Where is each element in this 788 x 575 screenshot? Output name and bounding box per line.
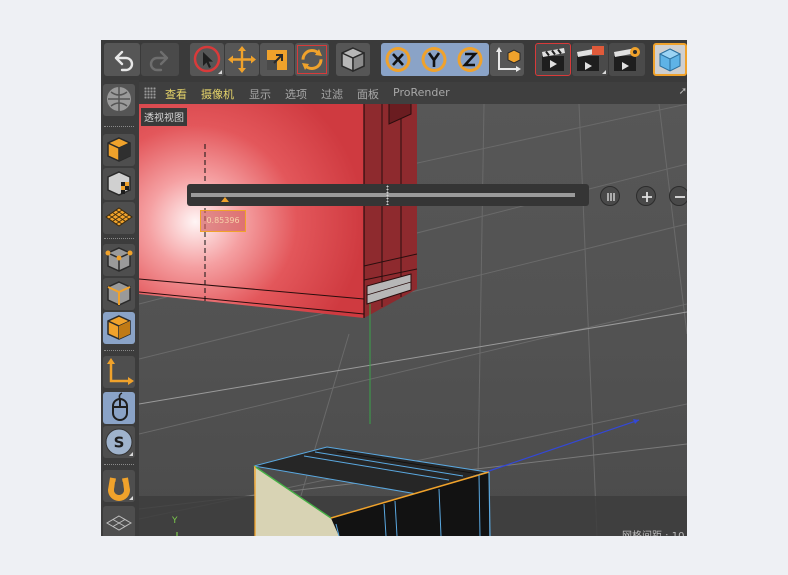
object-mode-button[interactable]: [336, 43, 370, 76]
axis-mode-button[interactable]: [103, 356, 135, 388]
panel-grip-icon[interactable]: [144, 87, 156, 99]
red-box-object: [139, 104, 418, 318]
redo-button[interactable]: [141, 43, 179, 76]
scale-tool-button[interactable]: [260, 43, 294, 76]
cube-object-icon: [658, 48, 682, 72]
polygons-mode-button[interactable]: [103, 312, 135, 344]
move-tool-button[interactable]: [225, 43, 259, 76]
viewport-nav-arrow-icon[interactable]: ➚: [679, 86, 687, 97]
grid-icon: [106, 515, 132, 531]
x-axis-lock-icon: [385, 47, 411, 72]
undo-icon: [114, 50, 134, 72]
slider-grip-icon[interactable]: [386, 185, 389, 205]
texture-checker-icon: [107, 171, 131, 196]
slider-track[interactable]: [191, 193, 575, 197]
coordinate-system-icon: [496, 47, 521, 72]
mode-palette: S: [101, 80, 139, 536]
move-icon: [228, 46, 256, 73]
points-mode-button[interactable]: [103, 244, 135, 276]
z-axis-lock-icon: [457, 47, 483, 72]
points-mode-icon: [105, 247, 133, 272]
solo-button[interactable]: S: [103, 426, 135, 458]
coordinate-system-button[interactable]: [490, 43, 524, 76]
tweak-mode-icon: [112, 392, 128, 421]
redo-icon: [149, 50, 169, 72]
pause-button[interactable]: [600, 186, 620, 206]
axis-label-y: Y: [172, 516, 178, 526]
make-editable-icon: [107, 87, 131, 111]
menu-cameras[interactable]: 摄像机: [201, 86, 234, 102]
rotate-tool-button[interactable]: [295, 43, 329, 76]
axis-lock-group: [381, 43, 489, 76]
menu-display[interactable]: 显示: [249, 86, 271, 102]
cinema4d-window: S 查看 摄像机 显示 选项 过滤 面板 ProRender ➚ 透视视图 0.…: [101, 40, 687, 536]
workplane-icon: [105, 207, 133, 227]
menu-view[interactable]: 查看: [165, 86, 187, 102]
axis-lock-icons: [385, 47, 483, 72]
edges-mode-button[interactable]: [103, 278, 135, 310]
svg-text:S: S: [114, 434, 125, 452]
menu-filter[interactable]: 过滤: [321, 86, 343, 102]
axis-mode-icon: [107, 358, 134, 385]
menu-prorender[interactable]: ProRender: [393, 86, 450, 99]
palette-separator: [104, 238, 134, 241]
slider-marker-icon[interactable]: [221, 197, 229, 202]
y-axis-lock-icon: [421, 47, 447, 72]
minus-icon: [675, 196, 685, 198]
viewport-scene: [139, 104, 687, 536]
menu-options[interactable]: 选项: [285, 86, 307, 102]
tweak-mode-button[interactable]: [103, 392, 135, 424]
render-settings-icon: [614, 47, 640, 71]
plus-icon: [642, 192, 652, 202]
dark-cube-object: [253, 446, 491, 536]
snap-button[interactable]: [103, 470, 135, 502]
render-settings-button[interactable]: [609, 43, 645, 76]
undo-button[interactable]: [104, 43, 140, 76]
polygons-mode-icon: [107, 315, 131, 340]
palette-separator: [104, 464, 134, 467]
slider-value-field[interactable]: 0.85396: [200, 210, 246, 232]
palette-separator: [104, 350, 134, 353]
make-editable-button[interactable]: [103, 84, 135, 116]
render-view-icon: [542, 48, 565, 71]
cube-object-button[interactable]: [653, 43, 687, 76]
pause-icon: [607, 193, 615, 201]
workplane-button[interactable]: [103, 202, 135, 234]
scale-icon: [267, 50, 287, 70]
texture-axis-button[interactable]: [103, 168, 135, 200]
horizon-line: [139, 311, 687, 405]
main-toolbar: [101, 40, 687, 80]
viewport-title: 透视视图: [141, 108, 187, 126]
texture-mode-button[interactable]: [103, 134, 135, 166]
remove-button[interactable]: [669, 186, 687, 206]
add-button[interactable]: [636, 186, 656, 206]
live-select-button[interactable]: [190, 43, 224, 76]
render-to-picture-viewer-button[interactable]: [572, 43, 608, 76]
interactive-slider[interactable]: [187, 184, 589, 206]
grid-spacing-readout: 网格间距 : 10: [622, 527, 684, 536]
object-mode-icon: [341, 47, 365, 73]
texture-mode-icon: [107, 137, 131, 162]
perspective-viewport[interactable]: 透视视图 0.85396 Y Z X 网格间距 : 10: [139, 104, 687, 536]
menu-panel[interactable]: 面板: [357, 86, 379, 102]
viewport-menu-bar: 查看 摄像机 显示 选项 过滤 面板 ProRender ➚: [139, 82, 687, 104]
render-view-button[interactable]: [535, 43, 571, 76]
palette-separator: [104, 126, 134, 129]
edges-mode-icon: [107, 281, 131, 306]
grid-button[interactable]: [103, 506, 135, 536]
